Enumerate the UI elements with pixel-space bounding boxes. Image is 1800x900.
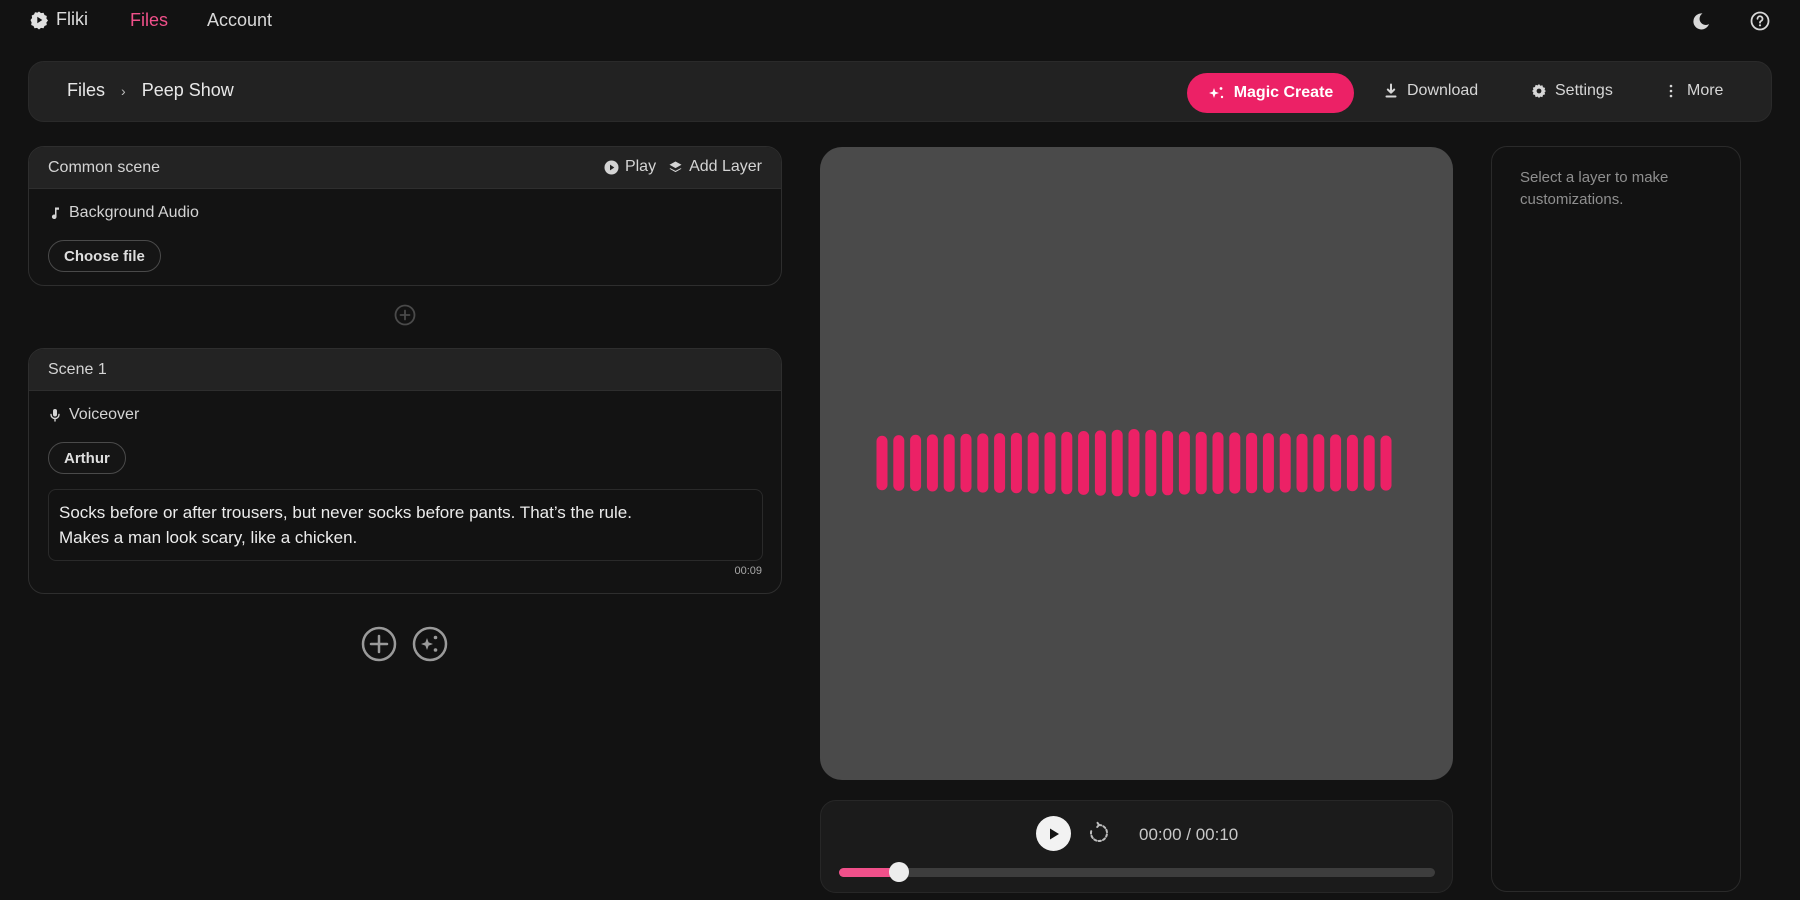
more-label: More (1687, 82, 1724, 99)
waveform-bar (1346, 434, 1358, 492)
progress-thumb[interactable] (888, 862, 909, 882)
select-layer-hint: Select a layer to make customizations. (1520, 169, 1669, 208)
waveform-bar (1145, 429, 1157, 497)
chevron-right-icon: › (121, 82, 126, 99)
choose-file-button[interactable]: Choose file (48, 240, 161, 272)
settings-button[interactable]: Settings (1531, 82, 1613, 100)
add-layer-button[interactable]: Add Layer (668, 158, 762, 176)
scene-1-title: Scene 1 (48, 360, 107, 378)
time-display: 00:00 / 00:10 (1139, 825, 1239, 844)
add-layer-label: Add Layer (689, 158, 762, 175)
waveform-bar (977, 433, 989, 493)
brand-name: Fliki (56, 9, 88, 29)
waveform-bar (1380, 435, 1392, 491)
waveform-bar (876, 435, 888, 491)
waveform-bar (1296, 433, 1308, 493)
top-nav: Fliki Files Account (0, 0, 1800, 42)
play-button[interactable] (1036, 816, 1071, 851)
waveform-bar (1229, 432, 1241, 494)
common-scene-card: Common scene Play Add Layer Background A… (28, 146, 782, 286)
play-circle-icon (604, 160, 619, 174)
voiceover-layer[interactable]: Voiceover (48, 406, 139, 424)
scene-1-header: Scene 1 (29, 349, 781, 391)
voiceover-label: Voiceover (69, 406, 140, 423)
download-icon (1385, 83, 1397, 98)
nav-account-link[interactable]: Account (207, 10, 272, 31)
magic-create-label: Magic Create (1233, 84, 1334, 101)
waveform-bar (1111, 429, 1123, 497)
waveform-bar (1128, 429, 1140, 497)
waveform-bar (926, 434, 938, 492)
waveform-bar (1027, 432, 1039, 494)
more-button[interactable]: More (1663, 82, 1723, 100)
waveform-bar (943, 434, 955, 492)
download-label: Download (1407, 82, 1479, 99)
common-scene-title: Common scene (48, 158, 161, 176)
waveform-bar (1313, 434, 1325, 492)
voice-select-button[interactable]: Arthur (48, 442, 126, 474)
background-audio-label: Background Audio (69, 204, 199, 221)
waveform-bar (1094, 430, 1106, 496)
ai-generate-scene-icon[interactable] (412, 626, 448, 662)
play-icon (1049, 828, 1059, 839)
waveform-bar (1044, 432, 1056, 494)
breadcrumb-current: Peep Show (141, 80, 234, 100)
waveform-bar (1010, 432, 1022, 494)
breadcrumb-files[interactable]: Files (67, 80, 105, 101)
add-scene-between-icon[interactable] (394, 304, 416, 326)
microphone-icon (50, 409, 60, 422)
waveform-bar (994, 433, 1006, 493)
video-preview[interactable] (820, 147, 1453, 780)
waveform-bar (1061, 431, 1073, 495)
gear-icon (1532, 84, 1546, 98)
waveform-bar (960, 433, 972, 493)
more-vertical-icon (1669, 84, 1673, 98)
brand-logo[interactable]: Fliki (29, 9, 88, 30)
waveform-bar (1279, 433, 1291, 493)
voiceover-text-line-2: Makes a man look scary, like a chicken. (59, 528, 358, 547)
fliki-logo-icon (30, 11, 48, 29)
sparkles-icon (1208, 87, 1223, 99)
common-scene-header: Common scene Play Add Layer (29, 147, 781, 189)
waveform-bar (893, 435, 905, 491)
waveform-bar (1078, 431, 1090, 495)
layer-properties-panel: Select a layer to make customizations. (1491, 146, 1741, 892)
add-scene-icon[interactable] (361, 626, 397, 662)
waveform-bar (1262, 433, 1274, 493)
progress-slider[interactable] (839, 862, 1435, 882)
layers-icon (669, 161, 682, 172)
audio-waveform (876, 429, 1392, 497)
waveform-bar (910, 434, 922, 492)
background-audio-layer[interactable]: Background Audio (48, 204, 199, 222)
music-note-icon (51, 207, 59, 220)
project-toolbar: Files › Peep Show Magic Create Download … (28, 61, 1772, 122)
waveform-bar (1162, 430, 1174, 496)
playback-controls: 00:00 / 00:10 (820, 800, 1453, 893)
waveform-bar (1178, 431, 1190, 495)
play-label: Play (624, 158, 657, 175)
magic-create-button[interactable]: Magic Create (1187, 73, 1354, 113)
waveform-bar (1195, 431, 1207, 495)
waveform-bar (1246, 432, 1258, 494)
voiceover-text-line-1: Socks before or after trousers, but neve… (59, 503, 632, 522)
replay-icon[interactable] (1087, 821, 1111, 845)
help-icon[interactable] (1749, 10, 1771, 32)
play-scene-button[interactable]: Play (604, 158, 656, 176)
breadcrumb: Files › Peep Show (67, 80, 234, 101)
scene-1-card: Scene 1 Voiceover Arthur Socks before or… (28, 348, 782, 594)
nav-files-link[interactable]: Files (130, 10, 168, 31)
download-button[interactable]: Download (1383, 82, 1478, 100)
voiceover-text-input[interactable]: Socks before or after trousers, but neve… (48, 489, 763, 561)
voiceover-duration: 00:09 (734, 565, 762, 577)
settings-label: Settings (1555, 82, 1613, 99)
moon-icon[interactable] (1690, 10, 1712, 32)
waveform-bar (1330, 434, 1342, 492)
waveform-bar (1363, 435, 1375, 491)
waveform-bar (1212, 432, 1224, 494)
